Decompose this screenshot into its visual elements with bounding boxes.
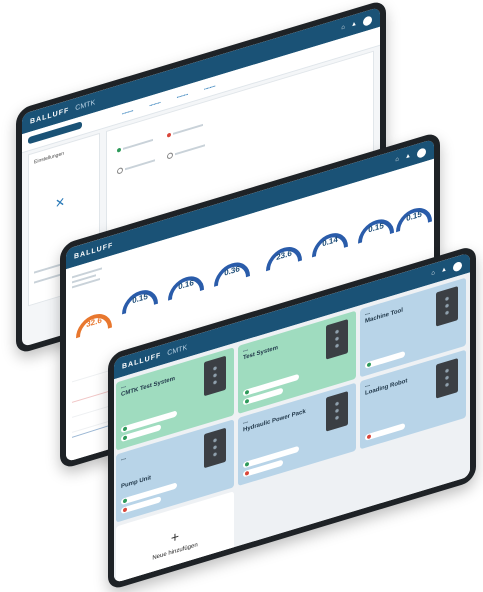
status-ok-icon [117,147,121,153]
tab-4[interactable]: ▪▪▪▪▪▪▪▪ [204,83,215,91]
user-avatar-icon[interactable] [417,146,426,159]
app-name: CMTK [75,98,96,112]
chart-legend [72,264,102,291]
option-row[interactable] [167,123,203,138]
status-error-icon [123,507,127,513]
gauge: 0.36 [210,243,254,300]
tool-icon: ✕ [55,194,66,212]
settings-heading: Einstellungen [34,150,65,166]
gauge: 32.6 [72,294,116,351]
home-icon[interactable]: ⌂ [431,270,435,277]
tab-1[interactable]: ▪▪▪▪▪▪▪▪ [122,107,133,115]
status-error-icon [367,434,371,440]
user-avatar-icon[interactable] [453,260,462,272]
device-image [326,391,348,432]
status-ok-icon [245,389,249,395]
app-name: CMTK [167,343,188,357]
gauge: 0.14 [308,213,352,270]
notification-icon[interactable]: ▲ [405,153,411,161]
gauge: 0.16 [164,257,208,314]
home-icon[interactable]: ⌂ [341,24,345,31]
status-chip [365,422,405,441]
status-chip [365,350,405,369]
status-ok-icon [367,362,371,368]
status-ok-icon [245,398,249,404]
device-image [326,319,348,360]
status-error-icon [167,132,171,138]
option-row[interactable] [117,138,153,153]
radio-icon [167,151,173,160]
notification-icon[interactable]: ▲ [351,21,357,29]
gauge: 0.15 [392,188,434,245]
notification-icon[interactable]: ▲ [441,266,447,274]
home-icon[interactable]: ⌂ [395,156,399,163]
option-row[interactable] [117,157,155,175]
device-image [436,286,458,327]
device-image [204,355,226,397]
status-error-icon [245,470,249,476]
tab-3[interactable]: ▪▪▪▪▪▪▪▪ [177,91,188,99]
device-image [204,427,226,469]
gauge: 23.6 [262,227,306,284]
status-ok-icon [123,435,127,441]
user-avatar-icon[interactable] [363,14,372,27]
gauge: 0.15 [118,270,162,327]
status-ok-icon [123,498,127,504]
radio-icon [117,166,123,175]
status-ok-icon [123,426,127,432]
status-ok-icon [245,461,249,467]
option-row[interactable] [167,142,205,160]
device-image [436,358,458,399]
marketing-composition: BALLUFF CMTK ⌂ ▲ ▪▪▪▪▪▪▪▪ ▪▪▪▪▪▪▪▪ ▪▪▪▪▪… [0,0,483,592]
tab-2[interactable]: ▪▪▪▪▪▪▪▪ [149,99,160,107]
